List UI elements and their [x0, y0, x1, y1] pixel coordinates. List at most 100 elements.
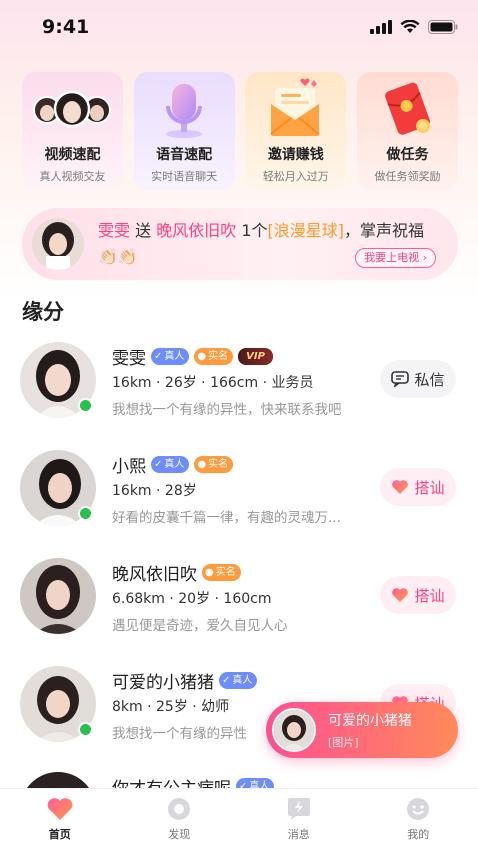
feature-title: 语音速配 — [156, 147, 213, 163]
envelope-icon — [245, 78, 346, 140]
video-match-avatars — [22, 78, 123, 140]
avatar — [32, 218, 84, 270]
sender-name: 雯雯 — [98, 221, 131, 240]
list-item[interactable]: 雯雯 ✓ 真人 ● 实名 VIP 16km · 26岁 · 166cm · 业务员 … — [0, 342, 478, 452]
user-bio: 遇见便是奇迹，爱久自见人心 — [112, 618, 288, 634]
feature-subtitle: 做任务领奖励 — [374, 170, 441, 183]
status-icons — [370, 20, 458, 34]
button-label: 私信 — [414, 370, 445, 389]
red-envelope-icon — [357, 78, 458, 140]
real-person-badge: ✓ 真人 — [236, 778, 275, 788]
list-item[interactable]: 你才有公主病呢 ✓真人 — [0, 772, 478, 788]
check-icon: ✓ — [154, 351, 163, 362]
badge-label: 真人 — [249, 781, 270, 788]
user-bio: 好看的皮囊千篇一律，有趣的灵魂万... — [112, 510, 341, 526]
message-icon — [287, 798, 310, 820]
feature-title: 视频速配 — [44, 147, 101, 163]
online-status-dot — [78, 722, 93, 737]
badge-label: 实名 — [208, 459, 229, 470]
real-person-badge: ✓ 真人 — [151, 456, 190, 473]
avatar — [272, 708, 316, 752]
user-name: 你才有公主病呢 — [112, 774, 231, 788]
badge-label: 真人 — [164, 459, 185, 470]
check-icon: ✓ — [239, 781, 248, 788]
status-bar: 9:41 — [0, 0, 478, 56]
badge-label: 实名 — [208, 351, 229, 362]
badge-label: 真人 — [164, 351, 185, 362]
status-time: 9:41 — [42, 16, 90, 38]
user-name: 晚风依旧吹 — [112, 565, 197, 585]
tab-profile[interactable]: 我的 — [359, 789, 478, 850]
task-card[interactable]: 做任务 做任务领奖励 — [356, 72, 458, 190]
person-icon: ● — [205, 567, 214, 578]
check-icon: ✓ — [222, 675, 231, 686]
message-notification[interactable]: 可爱的小猪猪 [图片] — [266, 702, 458, 758]
verified-badge: ● 实名 — [194, 456, 234, 473]
home-heart-icon — [47, 798, 73, 820]
badge-label: 实名 — [215, 567, 236, 578]
person-icon: ● — [197, 459, 207, 470]
battery-icon — [428, 20, 458, 34]
button-label: 搭讪 — [414, 586, 445, 605]
gift-name: [浪漫星球] — [267, 221, 345, 240]
notification-message: [图片] — [328, 736, 359, 749]
feature-title: 做任务 — [386, 147, 429, 163]
avatar[interactable] — [20, 772, 96, 788]
user-name: 小熙 — [112, 457, 146, 477]
verified-badge: ● 实名 — [194, 348, 234, 365]
real-person-badge: ✓ 真人 — [219, 672, 258, 689]
flirt-button[interactable]: 搭讪 — [380, 468, 456, 506]
tab-discover[interactable]: 发现 — [120, 789, 240, 850]
vip-badge: VIP — [238, 348, 273, 365]
check-icon: ✓ — [154, 459, 163, 470]
voice-match-card[interactable]: 语音速配 实时语音聊天 — [133, 72, 235, 190]
online-status-dot — [78, 398, 93, 413]
section-title: 缘分 — [22, 300, 64, 324]
tab-label: 发现 — [168, 828, 191, 841]
send-word: 送 — [135, 221, 152, 240]
person-icon: ● — [197, 351, 207, 362]
feature-cards: 视频速配 真人视频交友 语音速配 实时语音聊天 邀请赚钱 轻松月入过万 做任务 … — [22, 72, 458, 190]
tab-messages[interactable]: 消息 — [239, 789, 359, 850]
chat-icon — [391, 371, 410, 387]
user-info: 8km · 25岁 · 幼师 — [112, 699, 230, 715]
user-info: 6.68km · 20岁 · 160cm — [112, 591, 272, 607]
avatar[interactable] — [20, 558, 96, 634]
user-name: 雯雯 — [112, 349, 146, 369]
list-item[interactable]: 小熙 ✓ 真人 ● 实名 16km · 28岁 好看的皮囊千篇一律，有趣的灵魂万..… — [0, 450, 478, 560]
gift-count: 1个 — [241, 221, 268, 240]
feature-title: 邀请赚钱 — [267, 147, 324, 163]
user-info: 16km · 28岁 — [112, 483, 197, 499]
user-name: 可爱的小猪猪 — [112, 673, 214, 693]
heart-icon — [392, 588, 409, 602]
bottom-tab-bar: 首页 发现 消息 我的 — [0, 788, 478, 850]
feature-subtitle: 实时语音聊天 — [151, 170, 218, 183]
discover-icon — [168, 798, 191, 820]
real-person-badge: ✓ 真人 — [151, 348, 190, 365]
receiver-name: 晚风依旧吹 — [156, 221, 237, 240]
microphone-icon — [134, 78, 235, 140]
user-bio: 我想找一个有缘的异性，快来联系我吧 — [112, 402, 342, 418]
list-item[interactable]: 晚风依旧吹 ● 实名 6.68km · 20岁 · 160cm 遇见便是奇迹，爱久… — [0, 558, 478, 668]
gift-broadcast-banner[interactable]: 雯雯 送 晚风依旧吹 1个[浪漫星球]，掌声祝福👏🏻👏🏻 我要上电视 › — [22, 208, 458, 280]
feature-subtitle: 真人视频交友 — [39, 170, 106, 183]
tab-label: 我的 — [407, 828, 430, 841]
video-match-card[interactable]: 视频速配 真人视频交友 — [22, 72, 123, 190]
invite-earn-card[interactable]: 邀请赚钱 轻松月入过万 — [245, 72, 347, 190]
button-label: 搭讪 — [414, 478, 445, 497]
signal-icon — [370, 20, 392, 34]
tab-label: 首页 — [48, 828, 71, 841]
online-status-dot — [78, 506, 93, 521]
heart-icon — [392, 480, 409, 494]
tab-home[interactable]: 首页 — [0, 789, 120, 850]
flirt-button[interactable]: 搭讪 — [380, 576, 456, 614]
go-on-tv-button[interactable]: 我要上电视 › — [355, 248, 436, 268]
wifi-icon — [400, 20, 420, 33]
user-bio: 我想找一个有缘的异性 — [112, 726, 247, 742]
user-info: 16km · 26岁 · 166cm · 业务员 — [112, 375, 314, 391]
tab-label: 消息 — [287, 828, 310, 841]
message-button[interactable]: 私信 — [380, 360, 456, 398]
feature-subtitle: 轻松月入过万 — [262, 170, 329, 183]
notification-sender: 可爱的小猪猪 — [328, 713, 412, 729]
verified-badge: ● 实名 — [202, 564, 241, 581]
